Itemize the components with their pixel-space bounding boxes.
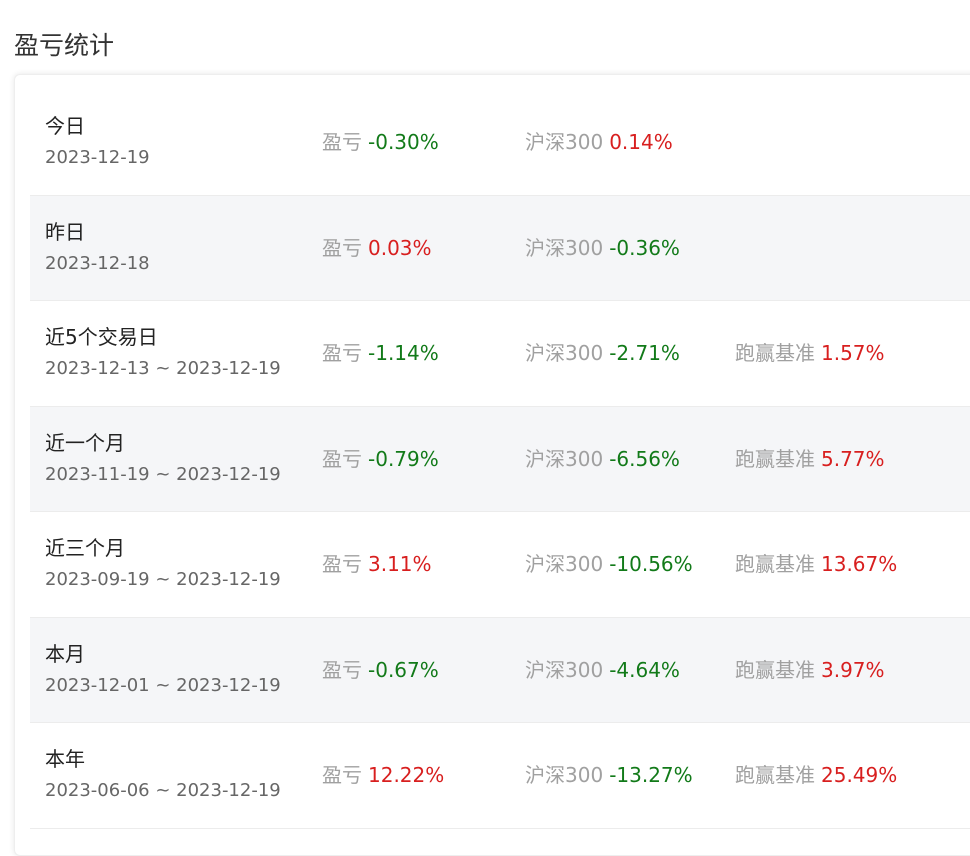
pnl-value: 0.03% — [368, 235, 432, 260]
benchmark-metric: 沪深300 -13.27% — [525, 761, 693, 789]
excess-value: 5.77% — [821, 446, 885, 471]
pnl-label: 盈亏 — [322, 235, 362, 260]
excess-label: 跑赢基准 — [735, 552, 815, 576]
pnl-metric: 盈亏 -0.67% — [322, 656, 439, 684]
benchmark-value: -2.71% — [609, 341, 680, 365]
period-date: 2023-12-01 ~ 2023-12-19 — [45, 674, 281, 696]
period-label: 近一个月 — [45, 430, 125, 455]
benchmark-metric: 沪深300 -2.71% — [525, 339, 680, 367]
excess-metric: 跑赢基准 13.67% — [735, 550, 897, 578]
benchmark-value: -13.27% — [609, 763, 693, 787]
pnl-metric: 盈亏 -1.14% — [322, 339, 439, 367]
excess-metric: 跑赢基准 5.77% — [735, 445, 885, 473]
excess-value: 13.67% — [821, 552, 898, 576]
excess-value: 3.97% — [821, 657, 885, 682]
excess-label: 跑赢基准 — [735, 341, 815, 365]
benchmark-value: -4.64% — [609, 657, 680, 682]
stats-row-last-5-days[interactable]: 近5个交易日 2023-12-13 ~ 2023-12-19 盈亏 -1.14% … — [30, 301, 970, 407]
benchmark-label: 沪深300 — [525, 657, 604, 682]
stats-row-last-3-months[interactable]: 近三个月 2023-09-19 ~ 2023-12-19 盈亏 3.11% 沪深3… — [30, 512, 970, 618]
page-title: 盈亏统计 — [14, 31, 115, 60]
benchmark-label: 沪深300 — [525, 763, 604, 787]
pnl-value: -1.14% — [368, 341, 439, 365]
period-date: 2023-06-06 ~ 2023-12-19 — [45, 780, 281, 801]
period-label: 本月 — [45, 641, 85, 666]
pnl-value: -0.67% — [368, 657, 439, 682]
benchmark-metric: 沪深300 -0.36% — [525, 234, 680, 262]
excess-value: 1.57% — [821, 341, 885, 365]
period-label: 近三个月 — [45, 536, 125, 560]
excess-value: 25.49% — [821, 763, 898, 787]
stats-list: 今日 2023-12-19 盈亏 -0.30% 沪深300 0.14% 昨日 202… — [30, 90, 970, 829]
pnl-label: 盈亏 — [322, 341, 362, 365]
stats-row-today[interactable]: 今日 2023-12-19 盈亏 -0.30% 沪深300 0.14% — [30, 90, 970, 196]
excess-label: 跑赢基准 — [735, 446, 815, 471]
period-label: 今日 — [45, 114, 85, 138]
pnl-metric: 盈亏 12.22% — [322, 761, 444, 789]
excess-label: 跑赢基准 — [735, 657, 815, 682]
pnl-value: -0.79% — [368, 446, 439, 471]
period-date: 2023-12-19 — [45, 147, 150, 168]
benchmark-metric: 沪深300 -4.64% — [525, 656, 680, 684]
benchmark-value: 0.14% — [609, 130, 673, 154]
pnl-label: 盈亏 — [322, 130, 362, 154]
excess-label: 跑赢基准 — [735, 763, 815, 787]
excess-metric: 跑赢基准 1.57% — [735, 339, 885, 367]
pnl-label: 盈亏 — [322, 552, 362, 576]
pnl-value: 3.11% — [368, 552, 432, 576]
pnl-metric: 盈亏 0.03% — [322, 234, 432, 262]
stats-row-last-month[interactable]: 近一个月 2023-11-19 ~ 2023-12-19 盈亏 -0.79% 沪深… — [30, 406, 970, 512]
pnl-label: 盈亏 — [322, 657, 362, 682]
excess-metric: 跑赢基准 3.97% — [735, 656, 885, 684]
pnl-value: -0.30% — [368, 130, 439, 154]
pnl-metric: 盈亏 3.11% — [322, 550, 432, 578]
excess-metric: 跑赢基准 25.49% — [735, 761, 897, 789]
period-label: 本年 — [45, 747, 85, 771]
benchmark-value: -6.56% — [609, 446, 680, 471]
stats-row-this-year[interactable]: 本年 2023-06-06 ~ 2023-12-19 盈亏 12.22% 沪深30… — [30, 723, 970, 829]
pnl-metric: 盈亏 -0.79% — [322, 445, 439, 473]
period-date: 2023-11-19 ~ 2023-12-19 — [45, 463, 281, 485]
period-label: 近5个交易日 — [45, 325, 158, 349]
benchmark-label: 沪深300 — [525, 130, 604, 154]
benchmark-metric: 沪深300 -6.56% — [525, 445, 680, 473]
period-date: 2023-12-13 ~ 2023-12-19 — [45, 358, 281, 379]
benchmark-value: -10.56% — [609, 552, 693, 576]
period-date: 2023-09-19 ~ 2023-12-19 — [45, 569, 281, 590]
pnl-metric: 盈亏 -0.30% — [322, 128, 439, 156]
benchmark-label: 沪深300 — [525, 446, 604, 471]
benchmark-value: -0.36% — [609, 235, 680, 260]
benchmark-metric: 沪深300 0.14% — [525, 128, 673, 156]
period-label: 昨日 — [45, 219, 85, 244]
pnl-label: 盈亏 — [322, 763, 362, 787]
period-date: 2023-12-18 — [45, 252, 150, 274]
pnl-value: 12.22% — [368, 763, 445, 787]
benchmark-label: 沪深300 — [525, 552, 604, 576]
benchmark-label: 沪深300 — [525, 341, 604, 365]
stats-row-this-month[interactable]: 本月 2023-12-01 ~ 2023-12-19 盈亏 -0.67% 沪深30… — [30, 617, 970, 723]
benchmark-metric: 沪深300 -10.56% — [525, 550, 693, 578]
benchmark-label: 沪深300 — [525, 235, 604, 260]
stats-row-yesterday[interactable]: 昨日 2023-12-18 盈亏 0.03% 沪深300 -0.36% — [30, 195, 970, 301]
pnl-label: 盈亏 — [322, 446, 362, 471]
